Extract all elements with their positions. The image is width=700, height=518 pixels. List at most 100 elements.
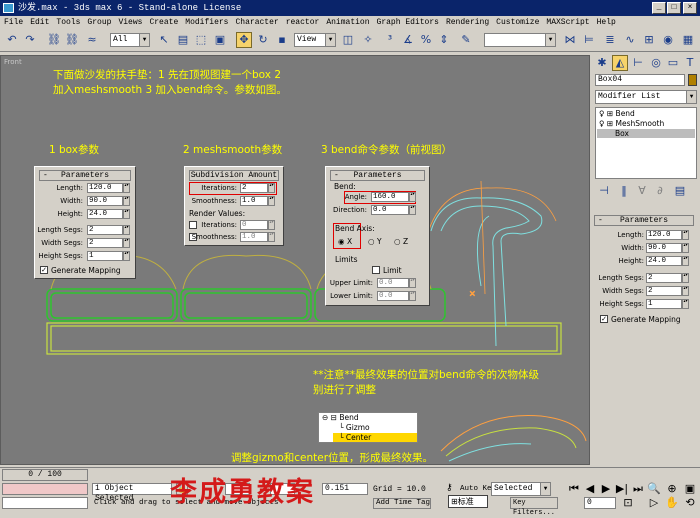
width-spinner[interactable]: 90.0 ▴▾ xyxy=(87,196,130,206)
reference-coord-dropdown[interactable]: View ▼ xyxy=(294,33,336,47)
box-rollout-header[interactable]: - Parameters xyxy=(39,170,131,181)
window-crossing-icon[interactable]: ▣ xyxy=(212,32,228,48)
configure-sets-icon[interactable]: ▤ xyxy=(672,183,688,199)
select-by-name-icon[interactable]: ▤ xyxy=(175,32,191,48)
generate-mapping-checkbox[interactable]: ✓ xyxy=(40,266,48,274)
menu-group[interactable]: Group xyxy=(87,18,111,27)
selection-filter-dropdown[interactable]: All ▼ xyxy=(110,33,150,47)
select-manipulate-icon[interactable]: ✧ xyxy=(360,32,376,48)
cmd-width-segs-spinner[interactable]: 2 ▴▾ xyxy=(646,286,689,296)
redo-icon[interactable]: ↷ xyxy=(22,32,38,48)
menu-rendering[interactable]: Rendering xyxy=(446,18,489,27)
menu-views[interactable]: Views xyxy=(118,18,142,27)
stack-item-box[interactable]: Box xyxy=(597,129,695,138)
unlink-icon[interactable]: ⛓ xyxy=(64,32,80,48)
display-tab-icon[interactable]: ▭ xyxy=(665,55,681,71)
pin-stack-icon[interactable]: ⊣ xyxy=(596,183,612,199)
select-object-icon[interactable]: ↖ xyxy=(156,32,172,48)
stack-item-meshsmooth[interactable]: ♀ ⊞ MeshSmooth xyxy=(599,119,664,128)
tree-item-gizmo[interactable]: └ Gizmo xyxy=(339,423,370,432)
cmd-parameters-header[interactable]: - Parameters xyxy=(594,215,694,226)
snap-toggle-icon[interactable]: ³ xyxy=(382,32,398,48)
stack-item-bend[interactable]: ♀ ⊞ Bend xyxy=(599,109,635,118)
upper-limit-spinner[interactable]: 0.0 ▴▾ xyxy=(377,278,416,288)
time-config-icon[interactable]: ⊡ xyxy=(620,495,636,511)
axis-z-radio[interactable]: ○ Z xyxy=(394,237,408,246)
undo-icon[interactable]: ↶ xyxy=(4,32,20,48)
smoothness-spinner[interactable]: 1.0 ▴▾ xyxy=(240,196,275,206)
axis-y-radio[interactable]: ○ Y xyxy=(368,237,382,246)
time-slider[interactable]: 0 / 100 xyxy=(2,469,88,481)
menu-create[interactable]: Create xyxy=(149,18,178,27)
cmd-generate-mapping-checkbox[interactable]: ✓ xyxy=(600,315,608,323)
render-iterations-spinner[interactable]: 0 ▴▾ xyxy=(240,220,275,230)
menu-maxscript[interactable]: MAXScript xyxy=(546,18,589,27)
menu-graph-editors[interactable]: Graph Editors xyxy=(377,18,439,27)
select-move-icon[interactable]: ✥ xyxy=(236,32,252,48)
mirror-icon[interactable]: ⋈ xyxy=(562,32,578,48)
length-segs-spinner[interactable]: 2 ▴▾ xyxy=(87,225,130,235)
bind-spacewarp-icon[interactable]: ≈ xyxy=(84,32,100,48)
key-filters-button[interactable]: Key Filters... xyxy=(510,497,558,517)
percent-snap-icon[interactable]: % xyxy=(418,32,434,48)
current-frame-field[interactable]: 0 xyxy=(584,497,616,509)
object-name-field[interactable]: Box04 xyxy=(595,74,685,86)
lower-limit-spinner[interactable]: 0.0 ▴▾ xyxy=(377,291,416,301)
layer-manager-icon[interactable]: ≣ xyxy=(602,32,618,48)
key-mode-dropdown[interactable]: Selected ▼ xyxy=(491,482,551,496)
utilities-tab-icon[interactable]: T xyxy=(682,55,698,71)
go-to-start-icon[interactable]: ⏮ xyxy=(566,481,582,497)
material-editor-icon[interactable]: ◉ xyxy=(660,32,676,48)
front-viewport[interactable]: Front × 下面做沙发的扶手垫：1 先在顶视图建一个box 2 加入mesh… xyxy=(0,55,590,465)
named-selection-sets-dropdown[interactable]: ▼ xyxy=(484,33,556,47)
tree-item-center[interactable]: └ Center xyxy=(333,433,417,442)
menu-animation[interactable]: Animation xyxy=(326,18,369,27)
previous-frame-icon[interactable]: ◀ xyxy=(582,481,598,497)
field-of-view-icon[interactable]: ▷ xyxy=(646,495,662,511)
pan-icon[interactable]: ✋ xyxy=(664,495,680,511)
object-color-swatch[interactable] xyxy=(688,74,697,86)
menu-modifiers[interactable]: Modifiers xyxy=(185,18,228,27)
curve-editor-icon[interactable]: ∿ xyxy=(622,32,638,48)
direction-spinner[interactable]: 0.0 ▴▾ xyxy=(371,205,416,215)
menu-reactor[interactable]: reactor xyxy=(286,18,320,27)
spinner-snap-icon[interactable]: ⇕ xyxy=(436,32,452,48)
render-smoothness-spinner[interactable]: 1.0 ▴▾ xyxy=(240,232,275,242)
named-selection-icon[interactable]: ✎ xyxy=(458,32,474,48)
iterations-spinner[interactable]: 2 ▴▾ xyxy=(240,183,275,193)
angle-snap-icon[interactable]: ∡ xyxy=(400,32,416,48)
height-segs-spinner[interactable]: 1 ▴▾ xyxy=(87,251,130,261)
cmd-width-spinner[interactable]: 90.0 ▴▾ xyxy=(646,243,689,253)
key-icon[interactable]: ⚷ xyxy=(446,483,453,493)
z-coordinate-field[interactable]: 0.151 xyxy=(322,483,368,495)
angle-spinner[interactable]: 160.0 ▴▾ xyxy=(371,192,416,202)
cmd-length-spinner[interactable]: 120.0 ▴▾ xyxy=(646,230,689,240)
ime-toolbar[interactable]: ⊞标准 xyxy=(448,495,488,508)
axis-x-radio[interactable]: ◉ X xyxy=(338,237,352,246)
close-button[interactable]: × xyxy=(683,2,697,14)
hierarchy-tab-icon[interactable]: ⊢ xyxy=(630,55,646,71)
limit-checkbox[interactable] xyxy=(372,266,380,274)
subdivision-rollout-header[interactable]: - Subdivision Amount xyxy=(189,170,279,181)
play-icon[interactable]: ▶ xyxy=(598,481,614,497)
region-select-icon[interactable]: ⬚ xyxy=(193,32,209,48)
menu-file[interactable]: File xyxy=(4,18,23,27)
remove-modifier-icon[interactable]: ∂ xyxy=(652,183,668,199)
modifier-list-dropdown[interactable]: Modifier List ▼ xyxy=(595,90,697,104)
width-segs-spinner[interactable]: 2 ▴▾ xyxy=(87,238,130,248)
cmd-length-segs-spinner[interactable]: 2 ▴▾ xyxy=(646,273,689,283)
select-rotate-icon[interactable]: ↻ xyxy=(255,32,271,48)
modify-tab-icon[interactable]: ◭ xyxy=(612,55,628,71)
menu-edit[interactable]: Edit xyxy=(30,18,49,27)
render-iterations-checkbox[interactable] xyxy=(189,221,197,229)
menu-tools[interactable]: Tools xyxy=(56,18,80,27)
link-icon[interactable]: ⛓ xyxy=(46,32,62,48)
cmd-height-segs-spinner[interactable]: 1 ▴▾ xyxy=(646,299,689,309)
menu-help[interactable]: Help xyxy=(597,18,616,27)
create-tab-icon[interactable]: ✱ xyxy=(594,55,610,71)
render-scene-icon[interactable]: ▦ xyxy=(680,32,696,48)
arc-rotate-icon[interactable]: ⟲ xyxy=(682,495,698,511)
height-spinner[interactable]: 24.0 ▴▾ xyxy=(87,209,130,219)
length-spinner[interactable]: 120.0 ▴▾ xyxy=(87,183,130,193)
minimize-button[interactable]: _ xyxy=(652,2,666,14)
